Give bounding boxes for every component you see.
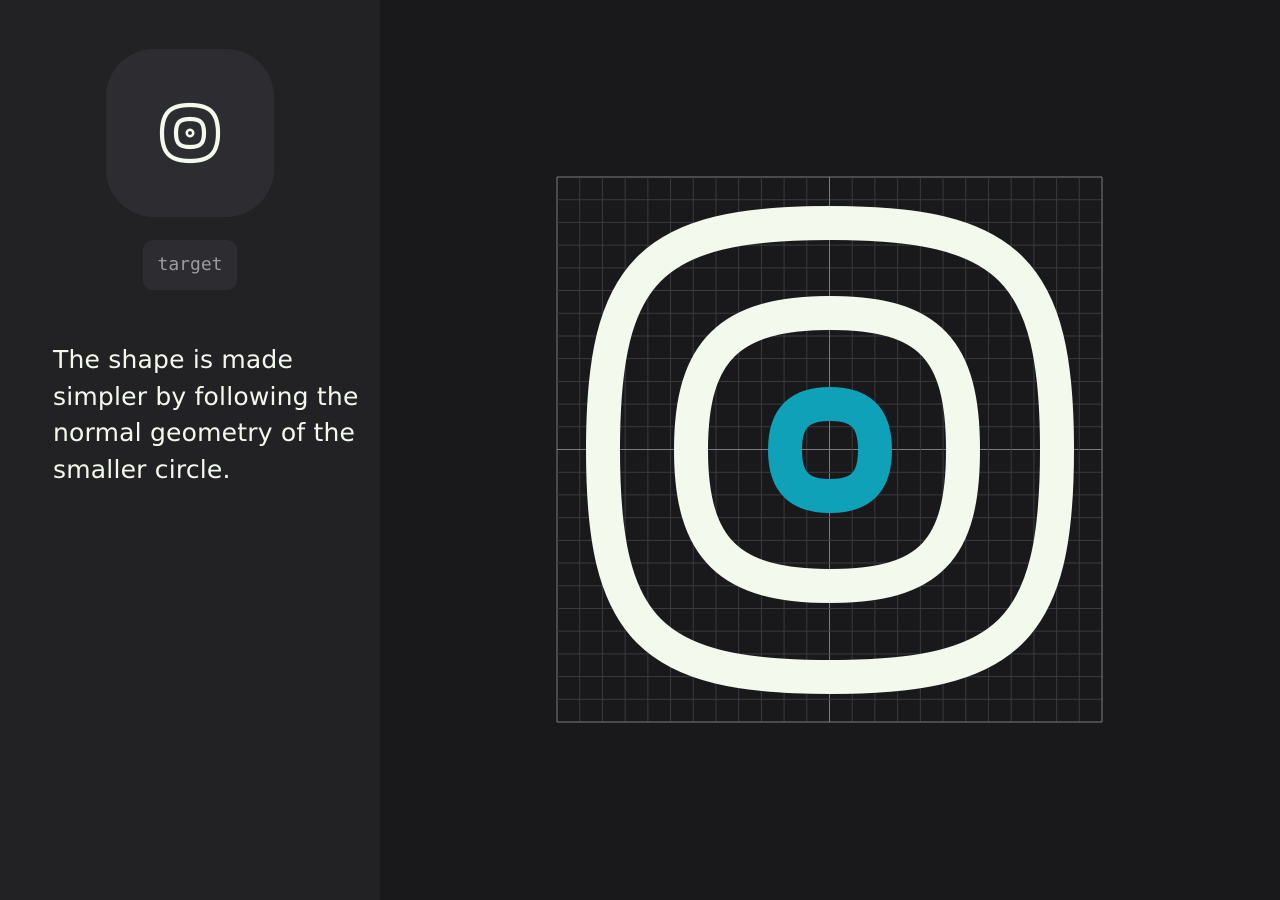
target-icon — [159, 102, 221, 164]
icon-name-chip[interactable]: target — [143, 240, 237, 290]
construction-grid-view — [556, 176, 1103, 723]
sidebar: target The shape is made simpler by foll… — [0, 0, 380, 900]
outer-ring — [159, 102, 221, 164]
icon-description: The shape is made simpler by following t… — [53, 345, 359, 484]
icon-detail-view: target The shape is made simpler by foll… — [0, 0, 1280, 900]
center-dot — [185, 128, 195, 138]
middle-ring — [173, 116, 207, 150]
icon-construction-canvas — [380, 0, 1280, 900]
icon-preview-tile[interactable] — [106, 49, 274, 217]
